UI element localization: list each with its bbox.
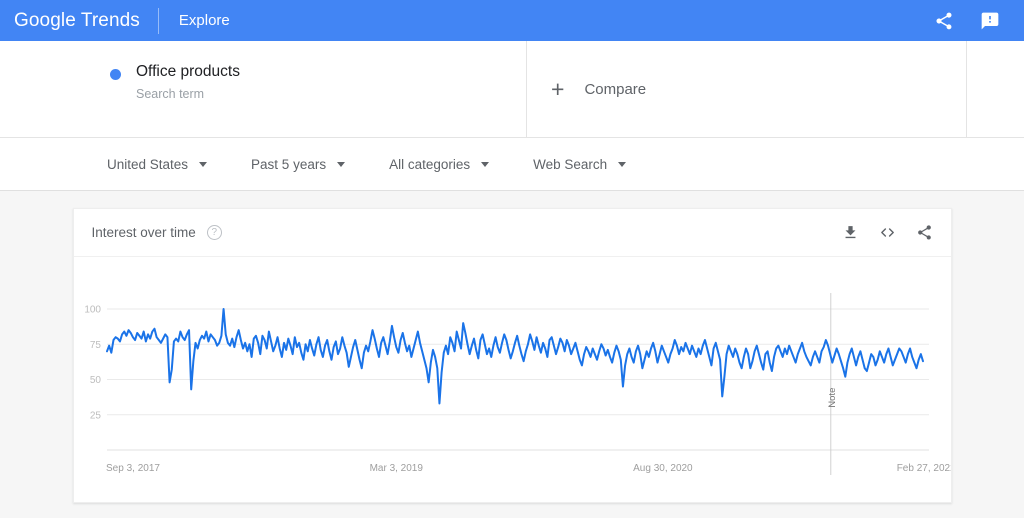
chevron-down-icon bbox=[199, 161, 208, 167]
compare-button[interactable]: + Compare bbox=[527, 41, 967, 137]
chart-line-series bbox=[105, 308, 924, 405]
explore-nav-item[interactable]: Explore bbox=[179, 12, 230, 29]
filter-bar: United States Past 5 years All categorie… bbox=[0, 138, 1024, 191]
brand-google-text: Google bbox=[14, 9, 76, 31]
filter-location[interactable]: United States bbox=[107, 156, 208, 172]
brand-logo[interactable]: Google Trends bbox=[14, 10, 158, 32]
interest-over-time-chart[interactable]: 100 75 50 25 Note Sep 3, 2017 Mar 3, 2019 Aug 3… bbox=[74, 257, 951, 503]
search-term-title: Office products bbox=[136, 63, 240, 80]
chevron-down-icon bbox=[337, 161, 346, 167]
card-actions bbox=[842, 224, 933, 241]
filter-category[interactable]: All categories bbox=[389, 156, 490, 172]
series-color-dot bbox=[110, 69, 121, 80]
y-axis-tick-label: 25 bbox=[89, 410, 101, 421]
embed-code-icon[interactable] bbox=[879, 224, 896, 241]
brand-trends-text: Trends bbox=[80, 9, 140, 31]
filter-search-type[interactable]: Web Search bbox=[533, 156, 627, 172]
filter-category-label: All categories bbox=[389, 156, 471, 172]
help-icon[interactable]: ? bbox=[206, 225, 222, 240]
x-axis-tick-label: Aug 30, 2020 bbox=[633, 463, 693, 474]
feedback-icon[interactable] bbox=[980, 11, 1000, 31]
x-axis-tick-label: Feb 27, 2022 bbox=[896, 463, 950, 474]
download-icon[interactable] bbox=[842, 224, 859, 241]
share-icon[interactable] bbox=[934, 11, 954, 31]
content-area: Interest over time ? 100 75 50 25 Note S… bbox=[0, 191, 1024, 518]
y-axis-tick-label: 75 bbox=[89, 340, 101, 351]
x-axis-tick-label: Sep 3, 2017 bbox=[106, 463, 160, 474]
share-icon[interactable] bbox=[916, 224, 933, 241]
filter-location-label: United States bbox=[107, 156, 189, 172]
card-title: Interest over time bbox=[91, 225, 196, 240]
appbar-actions bbox=[934, 11, 1010, 31]
chart-area[interactable]: 100 75 50 25 Note Sep 3, 2017 Mar 3, 2019 Aug 3… bbox=[74, 257, 951, 503]
x-axis-tick-label: Mar 3, 2019 bbox=[369, 463, 423, 474]
filter-time-range[interactable]: Past 5 years bbox=[251, 156, 346, 172]
search-term-row: Office products Search term + Compare bbox=[0, 41, 1024, 138]
search-term-card[interactable]: Office products Search term bbox=[90, 41, 527, 137]
filter-search-type-label: Web Search bbox=[533, 156, 608, 172]
chevron-down-icon bbox=[481, 161, 490, 167]
y-axis-tick-label: 50 bbox=[89, 375, 101, 386]
plus-icon: + bbox=[551, 75, 565, 102]
interest-over-time-card: Interest over time ? 100 75 50 25 Note S… bbox=[72, 208, 952, 503]
card-header: Interest over time ? bbox=[73, 209, 951, 257]
search-term-text: Office products Search term bbox=[136, 62, 240, 101]
search-term-subtitle: Search term bbox=[136, 87, 205, 101]
appbar-divider bbox=[157, 7, 159, 34]
filter-time-range-label: Past 5 years bbox=[251, 156, 327, 172]
y-axis-tick-label: 100 bbox=[84, 305, 101, 316]
note-annotation-label: Note bbox=[826, 388, 837, 408]
app-bar: Google Trends Explore bbox=[0, 0, 1024, 41]
chevron-down-icon bbox=[618, 161, 627, 167]
compare-label: Compare bbox=[584, 80, 647, 98]
